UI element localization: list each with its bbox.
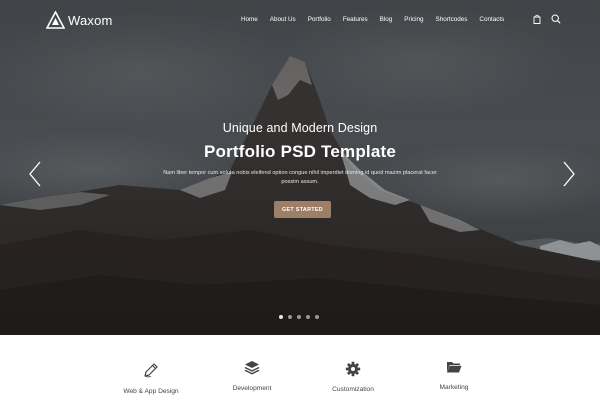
slider-dot[interactable] xyxy=(288,315,292,319)
hero-slider: Waxom Home About Us Portfolio Features B… xyxy=(0,0,600,335)
slider-next-icon[interactable] xyxy=(561,160,577,188)
service-label: Web & App Design xyxy=(123,388,179,395)
header-actions xyxy=(533,14,561,24)
slider-dot[interactable] xyxy=(297,315,301,319)
main-nav: Home About Us Portfolio Features Blog Pr… xyxy=(241,16,504,23)
nav-contacts[interactable]: Contacts xyxy=(479,16,504,23)
services-section: Web & App Design Development Customizati… xyxy=(0,335,600,400)
service-label: Customization xyxy=(332,386,374,393)
slider-prev-icon[interactable] xyxy=(27,160,43,188)
bag-icon[interactable] xyxy=(533,14,541,24)
hero-overlay xyxy=(0,0,600,335)
nav-pricing[interactable]: Pricing xyxy=(404,16,423,23)
pencil-icon xyxy=(144,363,158,378)
nav-about-us[interactable]: About Us xyxy=(270,16,296,23)
brand-logo[interactable]: Waxom xyxy=(46,11,113,29)
nav-blog[interactable]: Blog xyxy=(380,16,393,23)
hero-description: Nam liber tempor cum soluta nobis eleife… xyxy=(163,170,437,185)
nav-features[interactable]: Features xyxy=(343,16,368,23)
search-icon[interactable] xyxy=(551,14,561,24)
nav-portfolio[interactable]: Portfolio xyxy=(308,16,331,23)
slider-dot[interactable] xyxy=(306,315,310,319)
logo-mark-icon xyxy=(46,11,65,29)
nav-home[interactable]: Home xyxy=(241,16,258,23)
service-label: Marketing xyxy=(439,384,469,391)
service-label: Development xyxy=(232,385,272,392)
service-marketing[interactable]: Marketing xyxy=(399,335,509,400)
slider-dot[interactable] xyxy=(315,315,319,319)
get-started-button[interactable]: GET STARTED xyxy=(274,201,331,218)
brand-name: Waxom xyxy=(68,12,113,28)
gear-icon xyxy=(345,361,361,377)
layers-icon xyxy=(244,361,260,375)
hero-title: Portfolio PSD Template xyxy=(203,142,397,161)
service-customization[interactable]: Customization xyxy=(298,335,408,400)
slider-dot[interactable] xyxy=(279,315,283,319)
service-development[interactable]: Development xyxy=(197,335,307,400)
service-web-app-design[interactable]: Web & App Design xyxy=(96,335,206,400)
nav-shortcodes[interactable]: Shortcodes xyxy=(436,16,468,23)
folder-icon xyxy=(447,362,462,373)
slider-dots xyxy=(279,315,319,319)
hero-subtitle: Unique and Modern Design xyxy=(222,121,378,135)
